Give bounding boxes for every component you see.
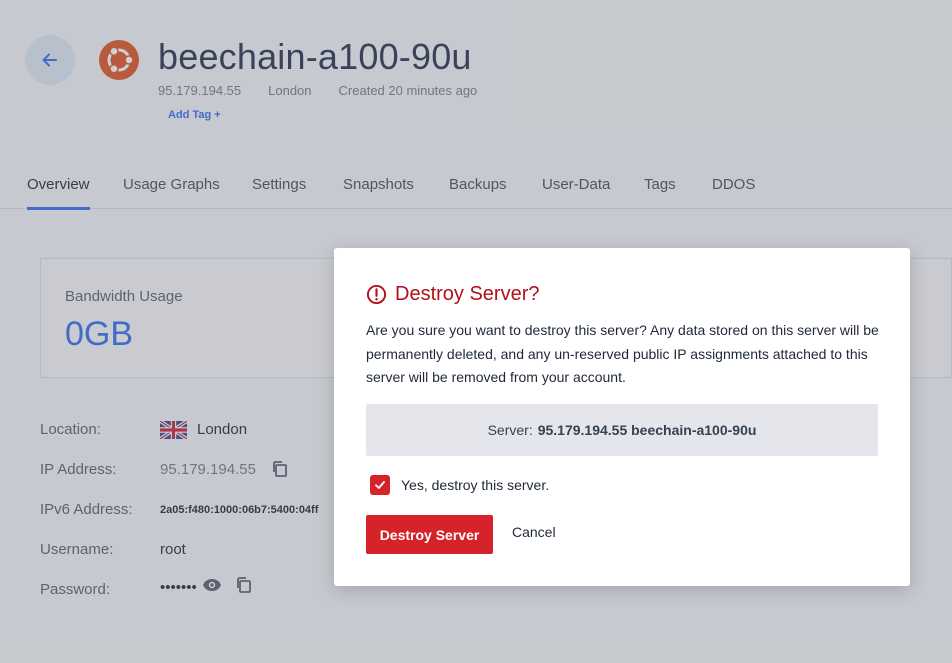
destroy-server-button[interactable]: Destroy Server <box>366 515 493 554</box>
dialog-title: Destroy Server? <box>366 283 540 306</box>
server-summary-prefix: Server: <box>487 422 533 438</box>
server-summary-value: 95.179.194.55 beechain-a100-90u <box>537 422 757 438</box>
destroy-server-dialog: Destroy Server? Are you sure you want to… <box>334 248 910 586</box>
checkmark-icon <box>375 481 385 489</box>
dialog-message: Are you sure you want to destroy this se… <box>366 322 879 385</box>
dialog-title-text: Destroy Server? <box>395 283 540 305</box>
server-summary-box: Server: 95.179.194.55 beechain-a100-90u <box>366 404 878 456</box>
checkbox-checked[interactable] <box>370 475 390 495</box>
confirm-label: Yes, destroy this server. <box>401 477 550 493</box>
cancel-button[interactable]: Cancel <box>512 524 556 540</box>
alert-circle-icon <box>366 284 387 305</box>
confirm-destroy-checkbox[interactable]: Yes, destroy this server. <box>370 475 549 495</box>
